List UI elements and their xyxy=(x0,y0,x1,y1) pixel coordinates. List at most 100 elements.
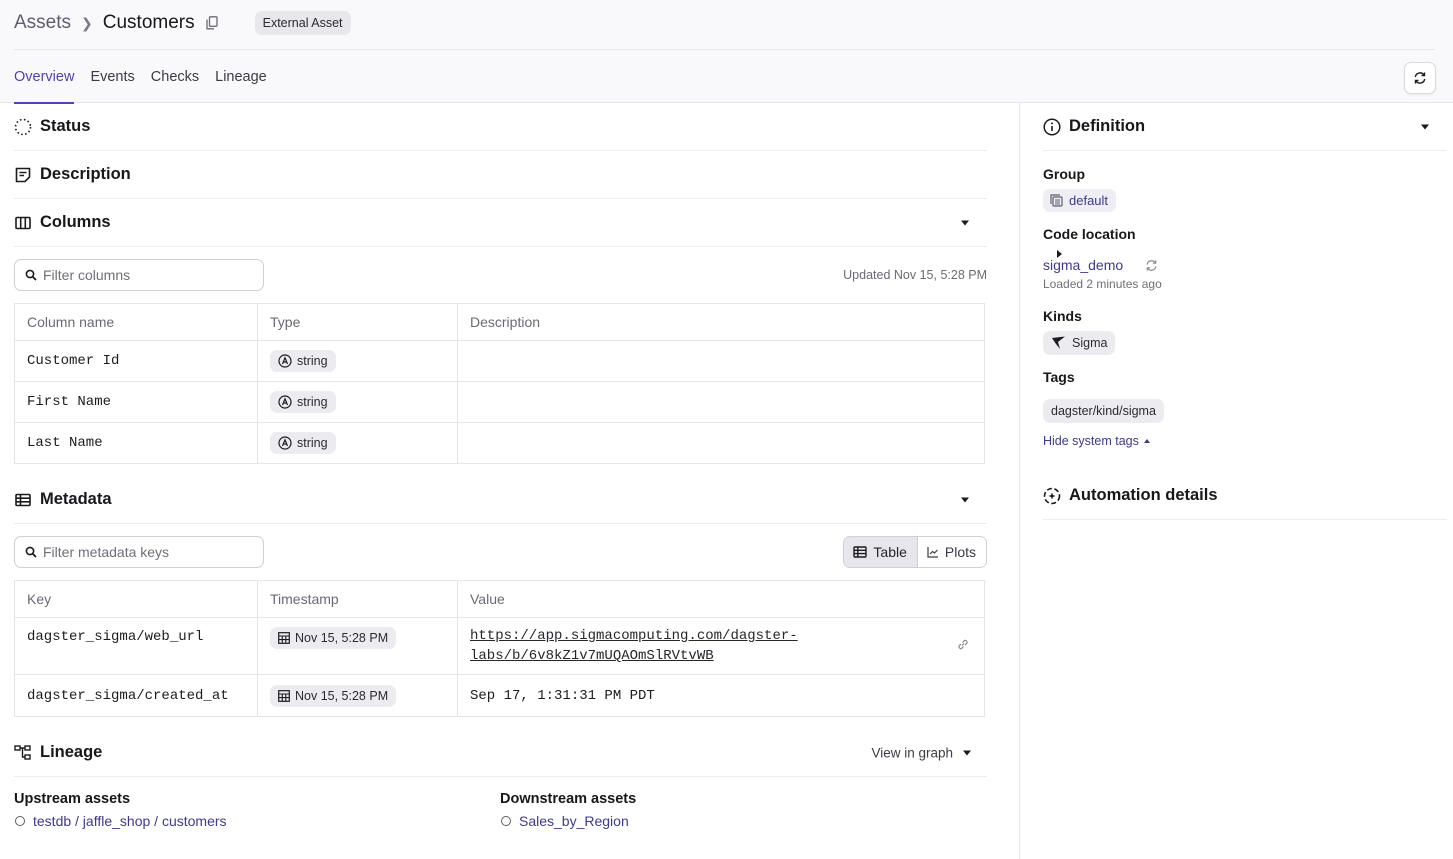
table-row: Customer Id string xyxy=(14,340,985,382)
upstream-asset-link[interactable]: testdb / jaffle_shop / customers xyxy=(14,813,500,829)
caret-down-icon[interactable] xyxy=(961,220,969,225)
web-url-line-1[interactable]: https://app.sigmacomputing.com/dagster- xyxy=(470,628,798,644)
metadata-section-header[interactable]: Metadata xyxy=(14,476,987,524)
downstream-title: Downstream assets xyxy=(500,791,637,807)
chevron-right-icon: ❯ xyxy=(81,14,93,31)
column-name-cell: First Name xyxy=(14,381,258,423)
caret-down-icon[interactable] xyxy=(1421,124,1429,129)
web-url-line-2[interactable]: labs/b/6v8kZ1v7mUQAOmSlRVtvWB xyxy=(470,648,714,664)
filter-columns-input[interactable] xyxy=(43,267,253,283)
tag-pill: dagster/kind/sigma xyxy=(1043,399,1164,423)
refresh-icon xyxy=(1414,72,1426,84)
group-label: Group xyxy=(1043,166,1085,182)
tab-lineage[interactable]: Lineage xyxy=(215,50,267,103)
view-in-graph-dropdown[interactable]: View in graph xyxy=(871,745,971,760)
downstream-asset-link[interactable]: Sales_by_Region xyxy=(500,813,986,829)
description-section-header[interactable]: Description xyxy=(14,151,1062,258)
page-header: Assets ❯ Customers External Asset Overvi… xyxy=(0,0,1453,104)
group-pill[interactable]: default xyxy=(1043,189,1117,212)
table-row: Last Name string xyxy=(14,422,985,464)
filter-metadata-input[interactable] xyxy=(43,544,253,560)
calendar-grid-icon xyxy=(278,689,290,702)
kind-pill[interactable]: Sigma xyxy=(1043,331,1116,355)
string-type-icon xyxy=(278,354,292,368)
column-description-cell xyxy=(457,381,985,423)
search-icon xyxy=(25,269,37,281)
status-section-header[interactable]: Status xyxy=(14,103,1062,210)
columns-table-header: Column name Type Description xyxy=(14,303,985,341)
tab-events[interactable]: Events xyxy=(90,50,134,103)
type-label: string xyxy=(297,436,328,450)
type-label: string xyxy=(297,354,328,368)
search-icon xyxy=(25,546,37,558)
breadcrumb: Assets ❯ Customers External Asset xyxy=(14,0,351,46)
description-title: Description xyxy=(40,165,131,183)
column-name-cell: Customer Id xyxy=(14,340,258,382)
columns-icon xyxy=(14,214,32,232)
column-type-cell: string xyxy=(257,381,458,423)
metadata-key-cell: dagster_sigma/web_url xyxy=(14,617,258,675)
metadata-key-cell: dagster_sigma/created_at xyxy=(14,674,258,717)
reload-icon[interactable] xyxy=(1145,259,1158,272)
lineage-lists: Upstream assets testdb / jaffle_shop / c… xyxy=(14,791,987,829)
table-icon xyxy=(14,491,32,509)
lineage-title: Lineage xyxy=(40,743,103,761)
metadata-header-key: Key xyxy=(14,580,258,618)
calendar-grid-icon xyxy=(278,632,290,644)
view-in-graph-label: View in graph xyxy=(871,745,953,760)
code-location-label: Code location xyxy=(1043,226,1136,242)
line-chart-icon xyxy=(927,546,939,558)
copy-icon[interactable] xyxy=(205,16,219,30)
external-link-icon[interactable] xyxy=(956,638,970,655)
columns-section-header[interactable]: Columns xyxy=(14,199,987,247)
refresh-button[interactable] xyxy=(1404,62,1436,94)
table-row: dagster_sigma/created_at Nov 15, 5:28 PM… xyxy=(14,674,985,717)
column-description-cell xyxy=(457,422,985,464)
group-value[interactable]: default xyxy=(1069,193,1108,208)
columns-filter-row: Updated Nov 15, 5:28 PM xyxy=(14,247,987,303)
plots-view-label: Plots xyxy=(944,544,976,560)
tab-overview[interactable]: Overview xyxy=(14,50,75,104)
column-type-cell: string xyxy=(257,422,458,464)
metadata-table-header: Key Timestamp Value xyxy=(14,580,985,618)
filter-metadata-field[interactable] xyxy=(14,536,264,568)
type-pill: string xyxy=(270,350,336,372)
column-description-cell xyxy=(457,340,985,382)
table-icon xyxy=(853,546,868,558)
info-icon xyxy=(1043,117,1061,136)
metadata-header-timestamp: Timestamp xyxy=(257,580,458,618)
definition-section-header[interactable]: Definition xyxy=(1043,103,1447,151)
downstream-assets: Downstream assets Sales_by_Region xyxy=(500,791,986,829)
definition-panel: Definition Group default Code location s… xyxy=(1043,103,1447,520)
hide-system-tags-label: Hide system tags xyxy=(1043,434,1139,448)
metadata-view-toggle: Table Plots xyxy=(843,536,987,568)
caret-down-icon xyxy=(963,750,971,755)
automation-section-header[interactable]: Automation details xyxy=(1043,472,1447,520)
columns-title: Columns xyxy=(40,213,111,231)
loaded-timestamp: Loaded 2 minutes ago xyxy=(1043,277,1162,291)
table-view-button[interactable]: Table xyxy=(844,537,917,567)
tab-checks[interactable]: Checks xyxy=(151,50,199,103)
automation-icon xyxy=(1043,487,1061,505)
caret-up-icon xyxy=(1143,439,1150,443)
table-row: First Name string xyxy=(14,381,985,423)
breadcrumb-assets-link[interactable]: Assets xyxy=(14,12,71,34)
caret-down-icon[interactable] xyxy=(961,497,969,502)
note-icon xyxy=(14,166,32,184)
lineage-section-header[interactable]: Lineage View in graph xyxy=(14,729,987,777)
hide-system-tags-toggle[interactable]: Hide system tags xyxy=(1043,434,1150,448)
filter-columns-field[interactable] xyxy=(14,259,264,291)
plots-view-button[interactable]: Plots xyxy=(916,537,986,567)
type-label: string xyxy=(297,395,328,409)
upstream-asset-label[interactable]: testdb / jaffle_shop / customers xyxy=(33,813,227,829)
panel-divider xyxy=(1019,103,1020,859)
asset-group-icon xyxy=(1050,194,1063,207)
downstream-asset-label[interactable]: Sales_by_Region xyxy=(519,813,629,829)
column-type-cell: string xyxy=(257,340,458,382)
metadata-value-cell: https://app.sigmacomputing.com/dagster-l… xyxy=(457,617,985,675)
tags-label: Tags xyxy=(1043,369,1075,385)
timestamp-label: Nov 15, 5:28 PM xyxy=(295,688,389,703)
metadata-value-cell: Sep 17, 1:31:31 PM PDT xyxy=(457,674,985,717)
web-url-link[interactable]: https://app.sigmacomputing.com/dagster-l… xyxy=(470,626,972,666)
code-location-link[interactable]: sigma_demo xyxy=(1043,257,1123,273)
